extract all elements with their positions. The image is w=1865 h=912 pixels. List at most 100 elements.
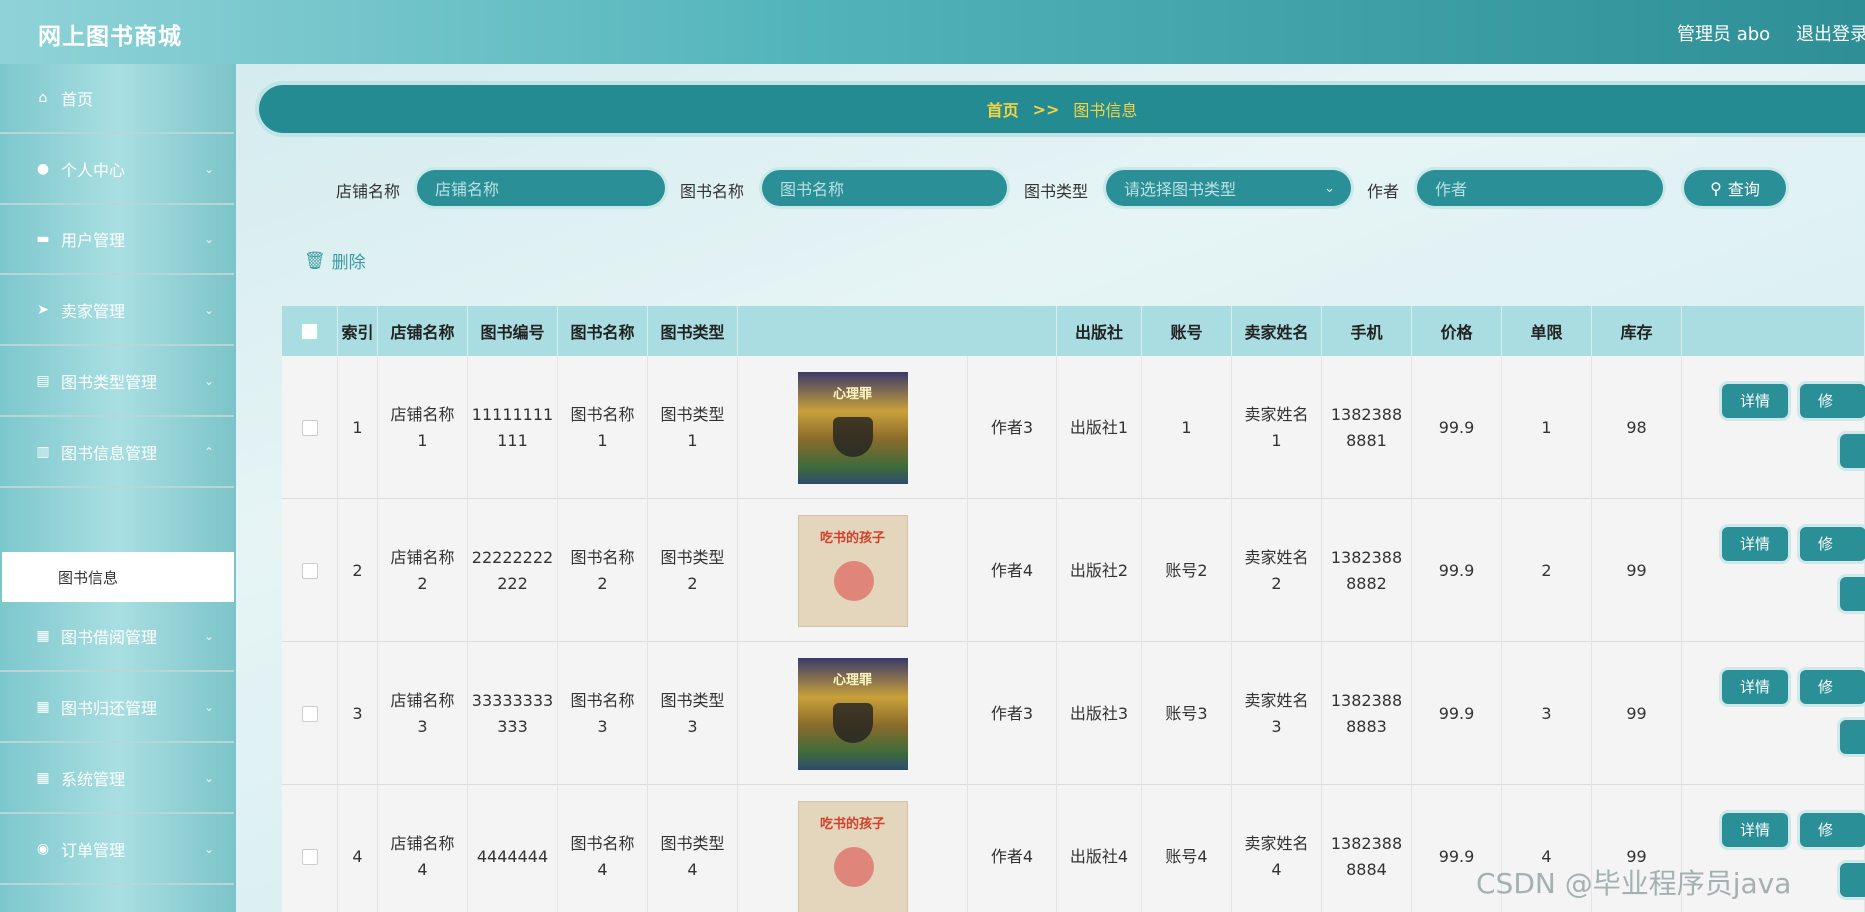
cell-line: 3 xyxy=(687,716,698,736)
delete-label: 删除 xyxy=(331,253,366,273)
bulb-icon: ◉ xyxy=(36,841,50,857)
sidebar-item[interactable]: ◉ 订单管理 ⌄ xyxy=(0,815,234,885)
cell-cb xyxy=(282,356,338,499)
column-header: 价格 xyxy=(1412,306,1502,356)
breadcrumb-home[interactable]: 首页 xyxy=(987,97,1019,121)
cell-line: 1 xyxy=(417,430,428,450)
cell-actions: 详情修 xyxy=(1682,356,1865,499)
row-checkbox[interactable] xyxy=(301,705,318,722)
cell-text: 2 xyxy=(1541,560,1552,580)
column-header: 索引 xyxy=(338,306,378,356)
table-row: 2 店铺名称 2 22222222 222 图书名称 2 图书类型 2 吃书的孩子 作者4 出版社2 账… xyxy=(282,499,1865,642)
chart-icon: ▥ xyxy=(36,444,50,460)
cell-line: 图书名称 xyxy=(570,690,635,710)
delete-row-button[interactable] xyxy=(1840,434,1865,468)
detail-button[interactable]: 详情 xyxy=(1722,527,1788,561)
cover-figure xyxy=(833,560,874,601)
sidebar-item-label: 卖家管理 xyxy=(61,302,126,321)
sidebar-item[interactable]: ▦ 系统管理 ⌄ xyxy=(0,744,234,814)
cell-line: 1 xyxy=(597,430,608,450)
query-button[interactable]: ⚲ 查询 xyxy=(1684,170,1786,206)
column-header: 库存 xyxy=(1592,306,1682,356)
send-icon: ➤ xyxy=(37,302,49,318)
cell-seller: 卖家姓名 4 xyxy=(1232,785,1322,912)
sidebar-item[interactable]: ▦ 图书归还管理 ⌄ xyxy=(0,673,234,743)
delete-row-button[interactable] xyxy=(1840,863,1865,897)
author-label: 作者 xyxy=(1367,182,1400,201)
sidebar-item[interactable]: ▤ 图书类型管理 ⌄ xyxy=(0,347,234,417)
cell-acct: 1 xyxy=(1142,356,1232,499)
cell-line: 3 xyxy=(1271,716,1282,736)
cell-limit: 3 xyxy=(1502,642,1592,785)
sidebar-item-label: 图书信息管理 xyxy=(61,444,158,463)
cell-stock: 99 xyxy=(1592,642,1682,785)
row-checkbox[interactable] xyxy=(301,419,318,436)
cell-phone: 1382388 8883 xyxy=(1322,642,1412,785)
cell-no: 33333333 333 xyxy=(468,642,558,785)
cell-price: 99.9 xyxy=(1412,499,1502,642)
watermark: CSDN @毕业程序员java xyxy=(1476,867,1792,900)
book-type-select[interactable]: 请选择图书类型 ⌄ xyxy=(1106,170,1351,206)
cell-actions: 详情修 xyxy=(1682,642,1865,785)
sidebar-item[interactable]: ▬ 用户管理 ⌄ xyxy=(0,205,234,275)
admin-user: 管理员 abo xyxy=(1677,24,1771,45)
cell-text: 3 xyxy=(1541,703,1552,723)
book-cover-image: 心理罪 xyxy=(797,371,908,484)
column-header: 店铺名称 xyxy=(378,306,468,356)
detail-button[interactable]: 详情 xyxy=(1722,670,1788,704)
cell-line: 11111111 xyxy=(471,404,554,424)
delete-button[interactable]: 🗑 删除 xyxy=(304,248,366,274)
cell-shop: 店铺名称 3 xyxy=(378,642,468,785)
edit-button[interactable]: 修 xyxy=(1800,670,1865,704)
cell-line: 图书类型 xyxy=(660,547,725,567)
delete-row-button[interactable] xyxy=(1840,577,1865,611)
cell-text: 99 xyxy=(1626,703,1647,723)
cell-text: 账号4 xyxy=(1165,846,1208,866)
detail-button[interactable]: 详情 xyxy=(1722,813,1788,847)
cell-line: 4444444 xyxy=(476,846,549,866)
cell-line: 图书类型 xyxy=(660,833,725,853)
cell-text: 99 xyxy=(1626,560,1647,580)
book-cover-title: 心理罪 xyxy=(832,672,872,688)
cell-phone: 1382388 8881 xyxy=(1322,356,1412,499)
logout-link[interactable]: 退出登录 xyxy=(1796,20,1865,46)
cell-text: 99.9 xyxy=(1438,560,1475,580)
cell-text: 2 xyxy=(352,560,363,580)
sidebar-item[interactable]: ▦ 图书借阅管理 ⌄ xyxy=(0,602,234,672)
row-checkbox[interactable] xyxy=(301,848,318,865)
sidebar-item[interactable]: ➤ 卖家管理 ⌄ xyxy=(0,276,234,346)
home-icon: ⌂ xyxy=(38,90,48,106)
author-input[interactable]: 作者 xyxy=(1417,170,1663,206)
cell-author: 作者3 xyxy=(968,356,1057,499)
shop-name-input[interactable]: 店铺名称 xyxy=(417,170,665,206)
cell-pub: 出版社4 xyxy=(1057,785,1142,912)
cell-text: 99.9 xyxy=(1438,417,1475,437)
sidebar-item[interactable]: ▥ 图书信息管理 ⌃ xyxy=(0,418,234,488)
cell-text: 1 xyxy=(352,417,363,437)
cell-phone: 1382388 8882 xyxy=(1322,499,1412,642)
sidebar-item[interactable]: ● 个人中心 ⌄ xyxy=(0,135,234,205)
cell-text: 3 xyxy=(352,703,363,723)
detail-button[interactable]: 详情 xyxy=(1722,384,1788,418)
cell-text: 出版社2 xyxy=(1069,560,1129,580)
cell-line: 图书类型 xyxy=(660,404,725,424)
row-checkbox[interactable] xyxy=(301,562,318,579)
table-header: 索引 店铺名称 图书编号 图书名称 图书类型 出版社 账号 卖家姓名 手机 价格 单限 库存 xyxy=(282,306,1865,356)
cell-text: 作者4 xyxy=(990,560,1034,580)
edit-button[interactable]: 修 xyxy=(1800,813,1865,847)
edit-button[interactable]: 修 xyxy=(1800,527,1865,561)
select-all-checkbox[interactable] xyxy=(301,322,318,340)
cell-phone: 1382388 8884 xyxy=(1322,785,1412,912)
delete-row-button[interactable] xyxy=(1840,720,1865,754)
book-name-input[interactable]: 图书名称 xyxy=(762,170,1007,206)
cell-line: 2 xyxy=(1271,573,1282,593)
cell-line: 图书类型 xyxy=(660,690,725,710)
sidebar-sub-item-book-info[interactable]: 图书信息 xyxy=(2,552,234,602)
cell-cb xyxy=(282,785,338,912)
cell-name: 图书名称 3 xyxy=(558,642,648,785)
cell-idx: 4 xyxy=(338,785,378,912)
cell-text: 账号3 xyxy=(1165,703,1208,723)
sidebar-item[interactable]: ⌂ 首页 xyxy=(0,64,234,134)
edit-button[interactable]: 修 xyxy=(1800,384,1865,418)
cell-line: 2 xyxy=(687,573,698,593)
